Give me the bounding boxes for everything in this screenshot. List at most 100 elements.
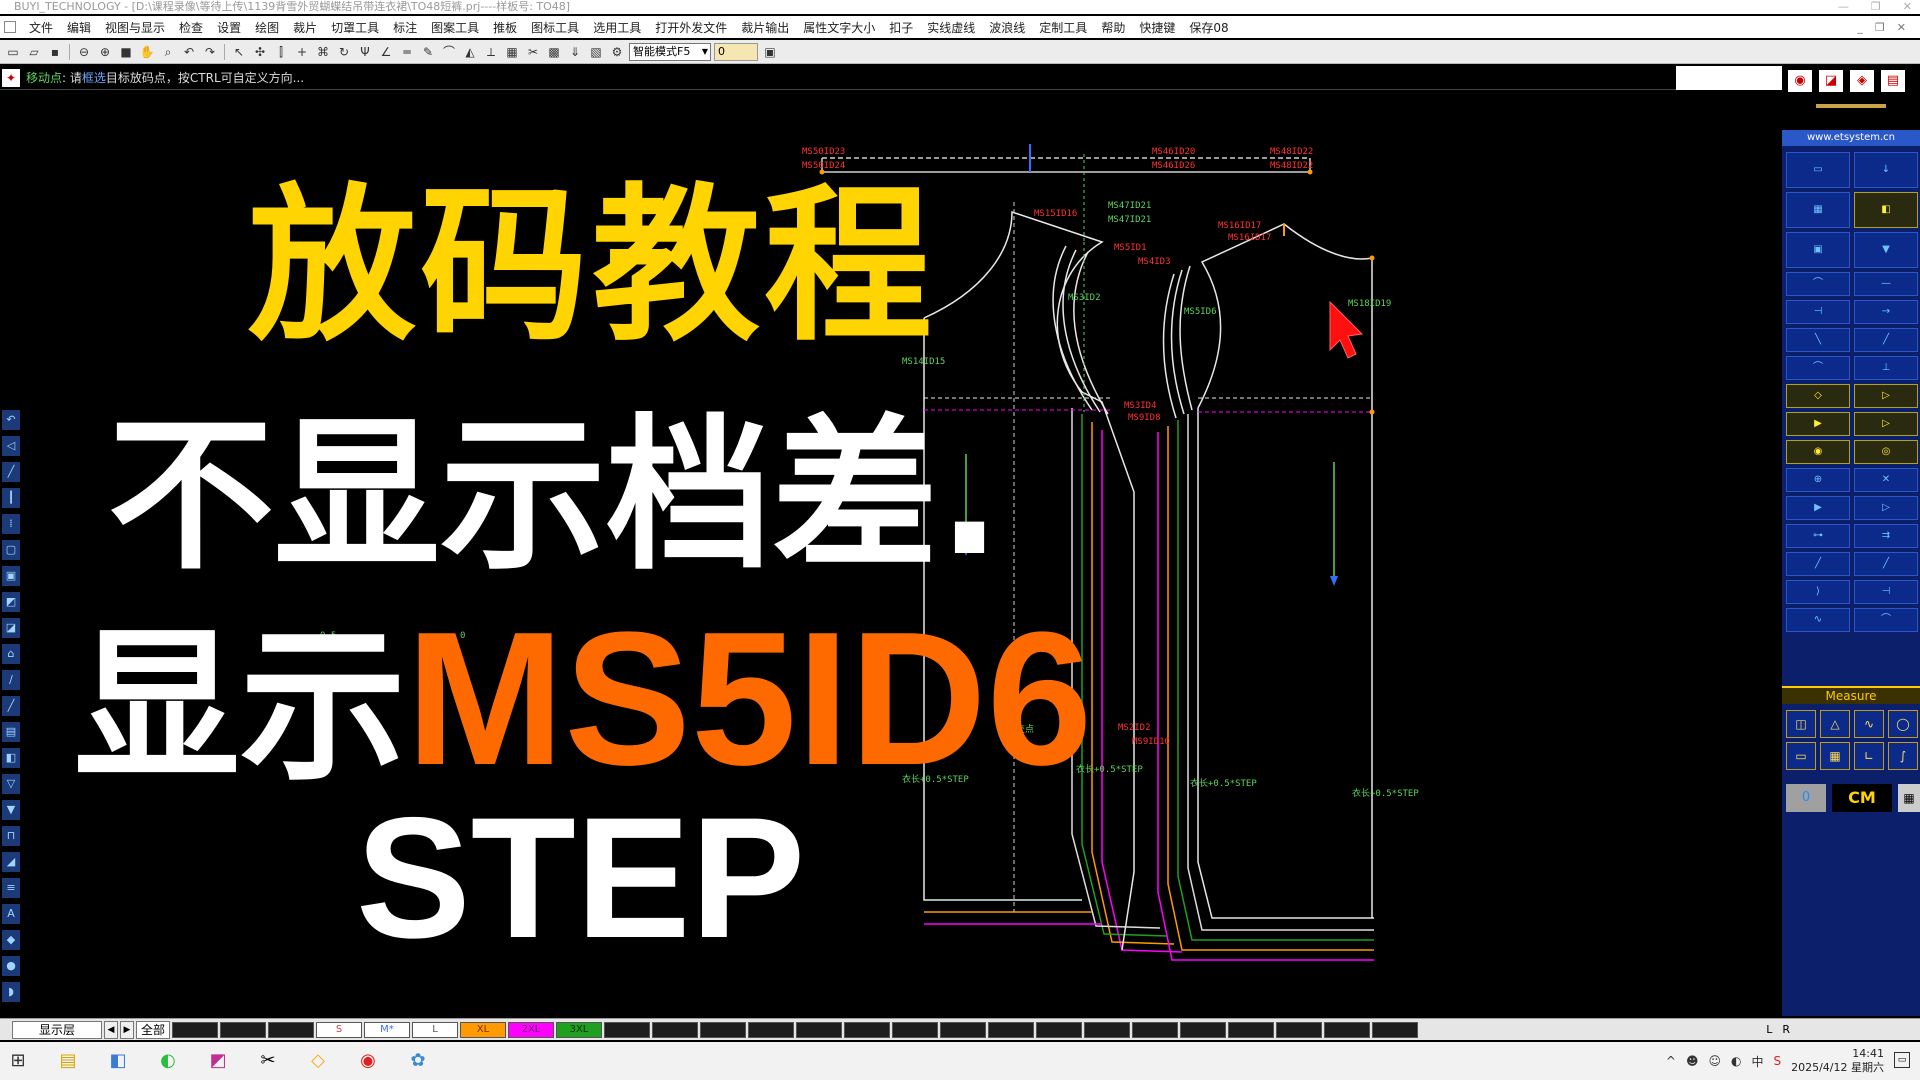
tool-bracket-icon[interactable]: ⊓ — [2, 826, 20, 846]
tool-half-icon[interactable]: ◧ — [2, 748, 20, 768]
size-slot-empty[interactable] — [1276, 1021, 1322, 1038]
menu-open-external[interactable]: 打开外发文件 — [648, 19, 734, 36]
tool-dot-icon[interactable]: ● — [2, 956, 20, 976]
tool-vertical-icon[interactable]: ┃ — [2, 488, 20, 508]
menu-pattern-tools[interactable]: 图案工具 — [424, 19, 486, 36]
size-2xl[interactable]: 2XL — [508, 1021, 554, 1038]
size-l[interactable]: L — [412, 1021, 458, 1038]
menu-piece-output[interactable]: 裁片输出 — [734, 19, 796, 36]
unit-toggle[interactable]: CM — [1832, 784, 1892, 812]
confirm-icon[interactable]: ▣ — [761, 43, 779, 61]
size-slot-empty[interactable] — [652, 1021, 698, 1038]
menu-piece[interactable]: 裁片 — [286, 19, 324, 36]
butterfly-app-icon[interactable]: ◇ — [306, 1049, 330, 1073]
tool-text-icon[interactable]: A — [2, 904, 20, 924]
wechat-icon[interactable]: ◐ — [156, 1049, 180, 1073]
tool-house-icon[interactable]: ⌂ — [2, 644, 20, 664]
line-tool-2-icon[interactable]: — — [1854, 272, 1918, 296]
seam-tool-6-icon[interactable]: ⇉ — [1854, 524, 1918, 548]
tool-back-icon[interactable]: ◁ — [2, 436, 20, 456]
grade-tool-2-icon[interactable]: ▷ — [1854, 384, 1918, 408]
menu-shortcuts[interactable]: 快捷键 — [1132, 19, 1182, 36]
new-file-icon[interactable]: ▭ — [4, 43, 22, 61]
menu-settings[interactable]: 设置 — [210, 19, 248, 36]
menu-wave-line[interactable]: 波浪线 — [982, 19, 1032, 36]
tool-line-icon[interactable]: ╱ — [2, 462, 20, 482]
size-slot-empty[interactable] — [1084, 1021, 1130, 1038]
right-toggle[interactable]: R — [1782, 1023, 1790, 1036]
size-slot-empty[interactable] — [604, 1021, 650, 1038]
zoom-window-icon[interactable]: ⌕ — [159, 43, 177, 61]
left-toggle[interactable]: L — [1766, 1023, 1772, 1036]
pattern-icon[interactable]: ▧ — [587, 43, 605, 61]
menu-grading[interactable]: 推板 — [486, 19, 524, 36]
tool-triangle-icon[interactable]: ▽ — [2, 774, 20, 794]
tool-list-icon[interactable]: ▤ — [2, 722, 20, 742]
tray-wechat-icon[interactable]: ◐ — [1731, 1054, 1741, 1068]
tool-diagonal-icon[interactable]: ╱ — [2, 696, 20, 716]
measure-ruler-icon[interactable]: ▭ — [1786, 742, 1816, 770]
capcut-icon[interactable]: ✂ — [256, 1049, 280, 1073]
minimize-button[interactable]: — — [1838, 0, 1849, 14]
grade-tool-1-icon[interactable]: ◇ — [1786, 384, 1850, 408]
size-m[interactable]: M* — [364, 1021, 410, 1038]
menu-save08[interactable]: 保存08 — [1182, 19, 1235, 36]
tray-user-icon[interactable]: ☻ — [1686, 1054, 1699, 1068]
display-layer-label[interactable]: 显示层 — [12, 1020, 102, 1039]
drawing-canvas[interactable]: MS50ID23 MS50ID24 MS46ID20 MS46ID26 MS48… — [22, 92, 1780, 1014]
tag-tool-icon[interactable]: ◧ — [1854, 192, 1918, 228]
prompt-extra-field[interactable] — [1676, 66, 1782, 90]
shape-icon[interactable]: ◭ — [461, 43, 479, 61]
menu-cut-tools[interactable]: 切罩工具 — [324, 19, 386, 36]
grade-tool-6-icon[interactable]: ◎ — [1854, 440, 1918, 464]
measure-corner-icon[interactable]: ∟ — [1854, 742, 1884, 770]
tool-lines-icon[interactable]: ≡ — [2, 878, 20, 898]
settings-icon[interactable]: ⚙ — [608, 43, 626, 61]
xy-tool-icon[interactable]: ▣ — [1786, 232, 1850, 268]
grade-tool-5-icon[interactable]: ◉ — [1786, 440, 1850, 464]
all-sizes-button[interactable]: 全部 — [136, 1020, 170, 1039]
close-button[interactable]: ✕ — [1903, 0, 1912, 14]
tool-dots-icon[interactable]: ⁞ — [2, 514, 20, 534]
tool-half-circle-icon[interactable]: ◗ — [2, 982, 20, 1002]
menu-icon-tools[interactable]: 图标工具 — [524, 19, 586, 36]
menu-annotate[interactable]: 标注 — [386, 19, 424, 36]
menu-select-tools[interactable]: 选用工具 — [586, 19, 648, 36]
seam-tool-4-icon[interactable]: ▷ — [1854, 496, 1918, 520]
grade-tool-4-icon[interactable]: ▷ — [1854, 412, 1918, 436]
tool-triangle-filled-icon[interactable]: ▼ — [2, 800, 20, 820]
size-3xl[interactable]: 3XL — [556, 1021, 602, 1038]
measure-path-icon[interactable]: ∫ — [1888, 742, 1918, 770]
size-slot-empty[interactable] — [172, 1021, 218, 1038]
menu-draw[interactable]: 绘图 — [248, 19, 286, 36]
seam-tool-11-icon[interactable]: ∿ — [1786, 608, 1850, 632]
redo-icon[interactable]: ↷ — [201, 43, 219, 61]
screen-tool-icon[interactable]: ▭ — [1786, 152, 1850, 188]
tool-diamond-icon[interactable]: ◆ — [2, 930, 20, 950]
line-tool-1-icon[interactable]: ⌒ — [1786, 272, 1850, 296]
seam-tool-12-icon[interactable]: ⌒ — [1854, 608, 1918, 632]
tray-ime-icon[interactable]: 中 — [1751, 1053, 1763, 1070]
size-s[interactable]: S — [316, 1021, 362, 1038]
seam-tool-1-icon[interactable]: ⊕ — [1786, 468, 1850, 492]
rotate-icon[interactable]: ↻ — [335, 43, 353, 61]
download-arrow-icon[interactable]: ↓ — [1854, 152, 1918, 188]
seam-tool-10-icon[interactable]: ⊣ — [1854, 580, 1918, 604]
pan-hand-icon[interactable]: ✋ — [138, 43, 156, 61]
seam-tool-5-icon[interactable]: ⊶ — [1786, 524, 1850, 548]
measure-icon[interactable]: ⟂ — [482, 43, 500, 61]
measure-circle-icon[interactable]: ◯ — [1888, 710, 1918, 738]
maximize-button[interactable]: ❐ — [1871, 0, 1881, 14]
network-app-icon[interactable]: ✿ — [406, 1049, 430, 1073]
align-icon[interactable]: ⫿ — [272, 43, 290, 61]
split-icon[interactable]: ✂ — [524, 43, 542, 61]
measure-curve-icon[interactable]: ∿ — [1854, 710, 1884, 738]
mdi-close-button[interactable]: ✕ — [1897, 21, 1906, 34]
tool-corner2-icon[interactable]: ◪ — [2, 618, 20, 638]
start-menu-icon[interactable]: ⊞ — [6, 1049, 30, 1073]
snapshot-icon[interactable]: ◉ — [1788, 70, 1812, 92]
size-slot-empty[interactable] — [1180, 1021, 1226, 1038]
clock[interactable]: 14:41 2025/4/12 星期六 — [1791, 1047, 1884, 1075]
notification-icon[interactable]: ▭ — [1894, 1052, 1910, 1068]
tool-slash-icon[interactable]: ∕ — [2, 670, 20, 690]
